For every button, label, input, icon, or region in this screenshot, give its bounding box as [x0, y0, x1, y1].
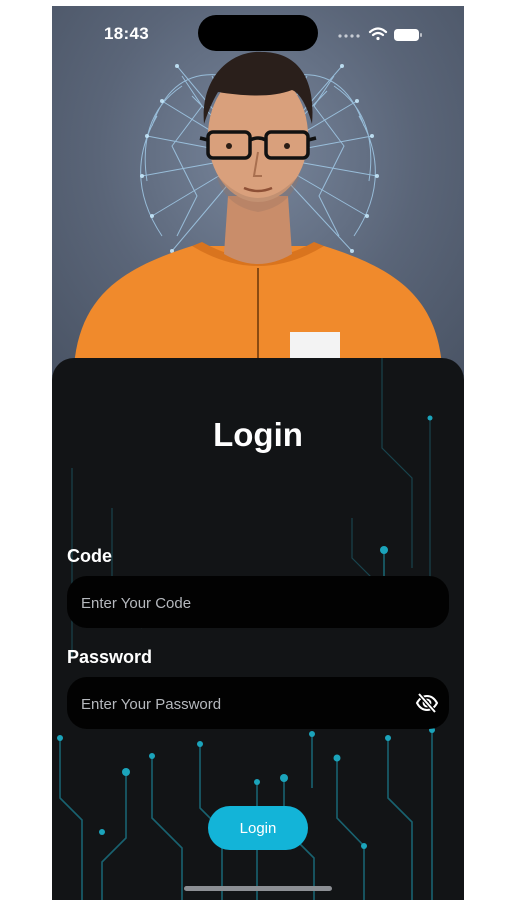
password-field[interactable] — [67, 677, 449, 731]
code-field[interactable] — [67, 576, 449, 630]
eye-slash-icon[interactable] — [415, 691, 439, 715]
login-title: Login — [213, 416, 303, 453]
wifi-icon — [368, 27, 388, 41]
password-visibility-toggle[interactable] — [415, 691, 439, 715]
status-time: 18:43 — [104, 24, 149, 43]
password-input[interactable] — [79, 677, 403, 731]
battery-icon — [394, 29, 422, 41]
cellular-dots-icon — [338, 34, 360, 38]
dynamic-island — [198, 15, 318, 51]
status-icons — [336, 26, 428, 41]
status-bar: 18:43 — [52, 6, 464, 62]
login-card: Login Code Password Login — [52, 358, 464, 900]
code-label: Code — [67, 546, 112, 566]
password-label: Password — [67, 647, 153, 667]
code-input[interactable] — [79, 576, 403, 630]
phone-screen: 18:43 Login Code Enter Your Code Passwor… — [52, 6, 464, 900]
login-button[interactable]: Login — [208, 806, 308, 850]
home-indicator — [184, 886, 332, 891]
